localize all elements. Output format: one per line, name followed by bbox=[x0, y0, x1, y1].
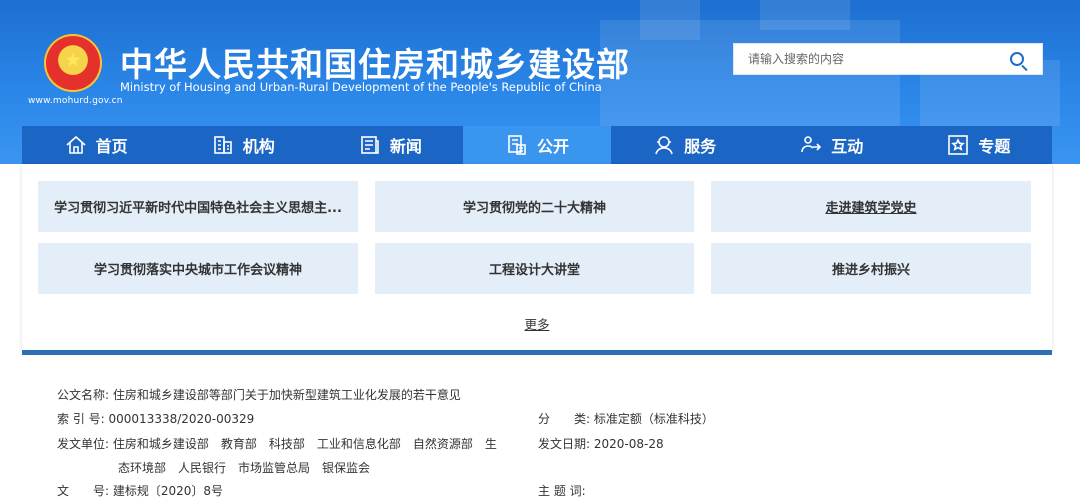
nav-label: 新闻 bbox=[389, 137, 422, 156]
news-icon bbox=[361, 136, 379, 154]
doc-category-label: 分 类: bbox=[538, 412, 591, 426]
topic-card[interactable]: 学习贯彻习近平新时代中国特色社会主义思想主... bbox=[38, 181, 358, 232]
nav-item-interaction[interactable]: 互动 bbox=[758, 126, 905, 164]
topics-dropdown-panel: 学习贯彻习近平新时代中国特色社会主义思想主... 学习贯彻党的二十大精神 走进建… bbox=[22, 164, 1052, 352]
doc-name-row: 公文名称: 住房和城乡建设部等部门关于加快新型建筑工业化发展的若干意见 bbox=[57, 386, 461, 403]
nav-label: 公开 bbox=[536, 137, 569, 156]
site-subtitle: Ministry of Housing and Urban-Rural Deve… bbox=[120, 80, 602, 94]
doc-issuer-row-2: 态环境部 人民银行 市场监管总局 银保监会 bbox=[118, 459, 370, 476]
interaction-icon bbox=[801, 136, 822, 153]
doc-date-label: 发文日期: bbox=[538, 437, 591, 451]
topic-card[interactable]: 学习贯彻落实中央城市工作会议精神 bbox=[38, 243, 358, 294]
site-title[interactable]: 中华人民共和国住房和城乡建设部 bbox=[120, 38, 630, 86]
doc-category-row: 分 类: 标准定额（标准科技） bbox=[538, 410, 714, 427]
topic-label: 学习贯彻党的二十大精神 bbox=[462, 201, 606, 216]
topic-label: 学习贯彻习近平新时代中国特色社会主义思想主... bbox=[54, 201, 342, 216]
search-input[interactable] bbox=[734, 44, 994, 74]
star-icon bbox=[948, 135, 969, 155]
doc-subject-label: 主 题 词: bbox=[538, 484, 586, 498]
doc-subject-row: 主 题 词: bbox=[538, 482, 586, 499]
doc-number-row: 文 号: 建标规〔2020〕8号 bbox=[57, 482, 223, 499]
doc-number-label: 文 号: bbox=[57, 484, 110, 498]
nav-label: 专题 bbox=[978, 137, 1011, 156]
topics-grid: 学习贯彻习近平新时代中国特色社会主义思想主... 学习贯彻党的二十大精神 走进建… bbox=[38, 181, 1031, 294]
national-emblem-icon[interactable] bbox=[44, 34, 102, 92]
doc-date-value: 2020-08-28 bbox=[593, 437, 664, 451]
topic-card[interactable]: 工程设计大讲堂 bbox=[375, 243, 694, 294]
divider bbox=[22, 350, 1052, 355]
topic-label: 推进乡村振兴 bbox=[831, 263, 910, 278]
topic-label: 走进建筑学党史 bbox=[825, 201, 917, 216]
doc-category-value: 标准定额（标准科技） bbox=[593, 412, 714, 426]
search-box bbox=[733, 43, 1043, 75]
topic-label: 学习贯彻落实中央城市工作会议精神 bbox=[93, 263, 302, 278]
nav-item-news[interactable]: 新闻 bbox=[316, 126, 463, 164]
nav-item-home[interactable]: 首页 bbox=[22, 126, 169, 164]
doc-date-row: 发文日期: 2020-08-28 bbox=[538, 435, 664, 452]
service-icon bbox=[655, 136, 673, 155]
doc-name-label: 公文名称: bbox=[57, 388, 110, 402]
nav-label: 互动 bbox=[831, 137, 864, 156]
topic-card[interactable]: 走进建筑学党史 bbox=[711, 181, 1031, 232]
building-icon bbox=[213, 136, 232, 154]
topic-card[interactable]: 推进乡村振兴 bbox=[711, 243, 1031, 294]
doc-name-value: 住房和城乡建设部等部门关于加快新型建筑工业化发展的若干意见 bbox=[112, 388, 461, 402]
main-nav: 首页 机构 新闻 公开 服务 互动 专题 bbox=[22, 126, 1052, 164]
nav-label: 机构 bbox=[242, 137, 275, 156]
doc-issuer-row: 发文单位: 住房和城乡建设部 教育部 科技部 工业和信息化部 自然资源部 生 bbox=[57, 435, 497, 452]
home-icon bbox=[66, 135, 86, 154]
search-icon[interactable] bbox=[1010, 52, 1024, 66]
doc-index-row: 索 引 号: 000013338/2020-00329 bbox=[57, 410, 254, 427]
more-link[interactable]: 更多 bbox=[22, 314, 1052, 333]
topic-label: 工程设计大讲堂 bbox=[488, 263, 580, 278]
topic-card[interactable]: 学习贯彻党的二十大精神 bbox=[375, 181, 694, 232]
site-url: www.mohurd.gov.cn bbox=[28, 96, 123, 106]
nav-item-service[interactable]: 服务 bbox=[611, 126, 758, 164]
doc-issuer-line1: 住房和城乡建设部 教育部 科技部 工业和信息化部 自然资源部 生 bbox=[112, 437, 497, 451]
doc-index-label: 索 引 号: bbox=[57, 412, 105, 426]
doc-index-value: 000013338/2020-00329 bbox=[108, 412, 255, 426]
site-header: www.mohurd.gov.cn 中华人民共和国住房和城乡建设部 Minist… bbox=[0, 0, 1080, 164]
nav-item-public[interactable]: 公开 bbox=[463, 126, 611, 164]
nav-item-topics[interactable]: 专题 bbox=[905, 126, 1052, 164]
doc-issuer-label: 发文单位: bbox=[57, 437, 110, 451]
nav-label: 服务 bbox=[684, 137, 717, 156]
doc-issuer-line2: 态环境部 人民银行 市场监管总局 银保监会 bbox=[118, 461, 371, 475]
nav-label: 首页 bbox=[95, 137, 128, 156]
document-icon bbox=[508, 135, 526, 155]
nav-item-organization[interactable]: 机构 bbox=[169, 126, 316, 164]
